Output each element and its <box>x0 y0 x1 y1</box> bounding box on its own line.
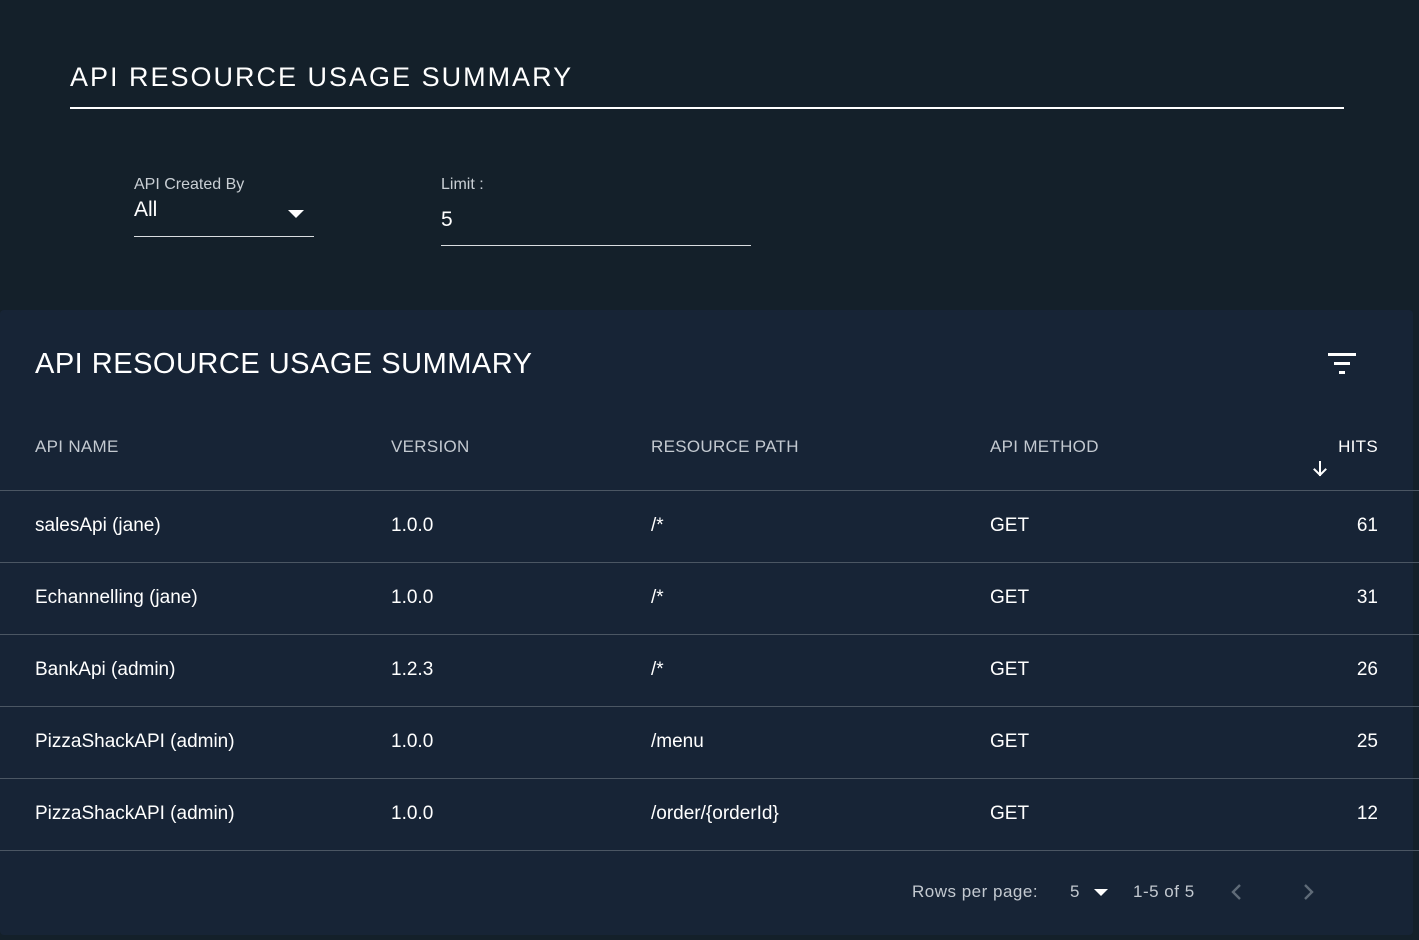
column-header-hits[interactable]: HITS <box>1310 410 1378 484</box>
cell-hits: 26 <box>1356 659 1378 680</box>
cell-hits: 12 <box>1356 803 1378 824</box>
cell-api-method: GET <box>990 659 1030 680</box>
cell-api-name: Echannelling (jane) <box>35 587 198 608</box>
cell-api-name: PizzaShackAPI (admin) <box>35 731 235 752</box>
rows-per-page-label: Rows per page: <box>912 882 1039 901</box>
cell-version: 1.2.3 <box>391 659 434 680</box>
card-title: API RESOURCE USAGE SUMMARY <box>35 348 533 380</box>
usage-summary-card: API RESOURCE USAGE SUMMARY API NAME VERS… <box>0 310 1419 935</box>
cell-api-method: GET <box>990 731 1030 752</box>
cell-version: 1.0.0 <box>391 587 434 608</box>
api-created-by-value[interactable]: All <box>134 195 314 225</box>
table-row[interactable]: PizzaShackAPI (admin) 1.0.0 /menu GET 25 <box>0 707 1419 779</box>
cell-hits: 31 <box>1356 587 1378 608</box>
cell-resource-path: /* <box>651 587 664 608</box>
column-header-hits-label: HITS <box>1338 437 1378 456</box>
pagination-range: 1-5 of 5 <box>1133 882 1195 901</box>
cell-hits: 25 <box>1356 731 1378 752</box>
cell-api-name: BankApi (admin) <box>35 659 176 680</box>
table-pagination: Rows per page: 5 1-5 of 5 <box>0 872 1413 912</box>
chevron-left-icon[interactable] <box>1225 880 1249 904</box>
page-header: API RESOURCE USAGE SUMMARY <box>70 58 1344 109</box>
column-header-resource-path[interactable]: RESOURCE PATH <box>651 410 799 484</box>
table-row[interactable]: Echannelling (jane) 1.0.0 /* GET 31 <box>0 563 1419 635</box>
column-header-version[interactable]: VERSION <box>391 410 470 484</box>
table-body: salesApi (jane) 1.0.0 /* GET 61 Echannel… <box>0 491 1419 851</box>
dropdown-arrow-icon[interactable] <box>1094 889 1108 896</box>
cell-api-method: GET <box>990 515 1030 536</box>
api-created-by-select[interactable]: API Created By All <box>134 175 314 237</box>
limit-input[interactable] <box>441 205 741 235</box>
table-row[interactable]: PizzaShackAPI (admin) 1.0.0 /order/{orde… <box>0 779 1419 851</box>
chevron-right-icon[interactable] <box>1296 880 1320 904</box>
rows-per-page-value[interactable]: 5 <box>1070 882 1079 901</box>
cell-resource-path: /* <box>651 515 664 536</box>
cell-api-method: GET <box>990 803 1030 824</box>
api-created-by-label: API Created By <box>134 176 245 193</box>
column-header-api-name[interactable]: API NAME <box>35 410 119 484</box>
cell-resource-path: /* <box>651 659 664 680</box>
table-header: API NAME VERSION RESOURCE PATH API METHO… <box>0 410 1419 491</box>
cell-version: 1.0.0 <box>391 515 434 536</box>
cell-api-method: GET <box>990 587 1030 608</box>
filter-list-icon[interactable] <box>1326 350 1358 378</box>
cell-api-name: PizzaShackAPI (admin) <box>35 803 235 824</box>
cell-resource-path: /order/{orderId} <box>651 803 779 824</box>
table-row[interactable]: BankApi (admin) 1.2.3 /* GET 26 <box>0 635 1419 707</box>
cell-version: 1.0.0 <box>391 803 434 824</box>
arrow-down-icon[interactable] <box>1310 437 1330 477</box>
limit-field[interactable]: Limit : <box>441 175 751 246</box>
limit-label: Limit : <box>441 176 484 193</box>
rows-per-page-select[interactable]: 5 <box>1070 882 1114 902</box>
column-header-api-method[interactable]: API METHOD <box>990 410 1099 484</box>
page-title: API RESOURCE USAGE SUMMARY <box>70 62 574 92</box>
table-row[interactable]: salesApi (jane) 1.0.0 /* GET 61 <box>0 491 1419 563</box>
cell-hits: 61 <box>1356 515 1378 536</box>
cell-version: 1.0.0 <box>391 731 434 752</box>
cell-api-name: salesApi (jane) <box>35 515 161 536</box>
dropdown-arrow-icon[interactable] <box>288 210 304 218</box>
cell-resource-path: /menu <box>651 731 704 752</box>
